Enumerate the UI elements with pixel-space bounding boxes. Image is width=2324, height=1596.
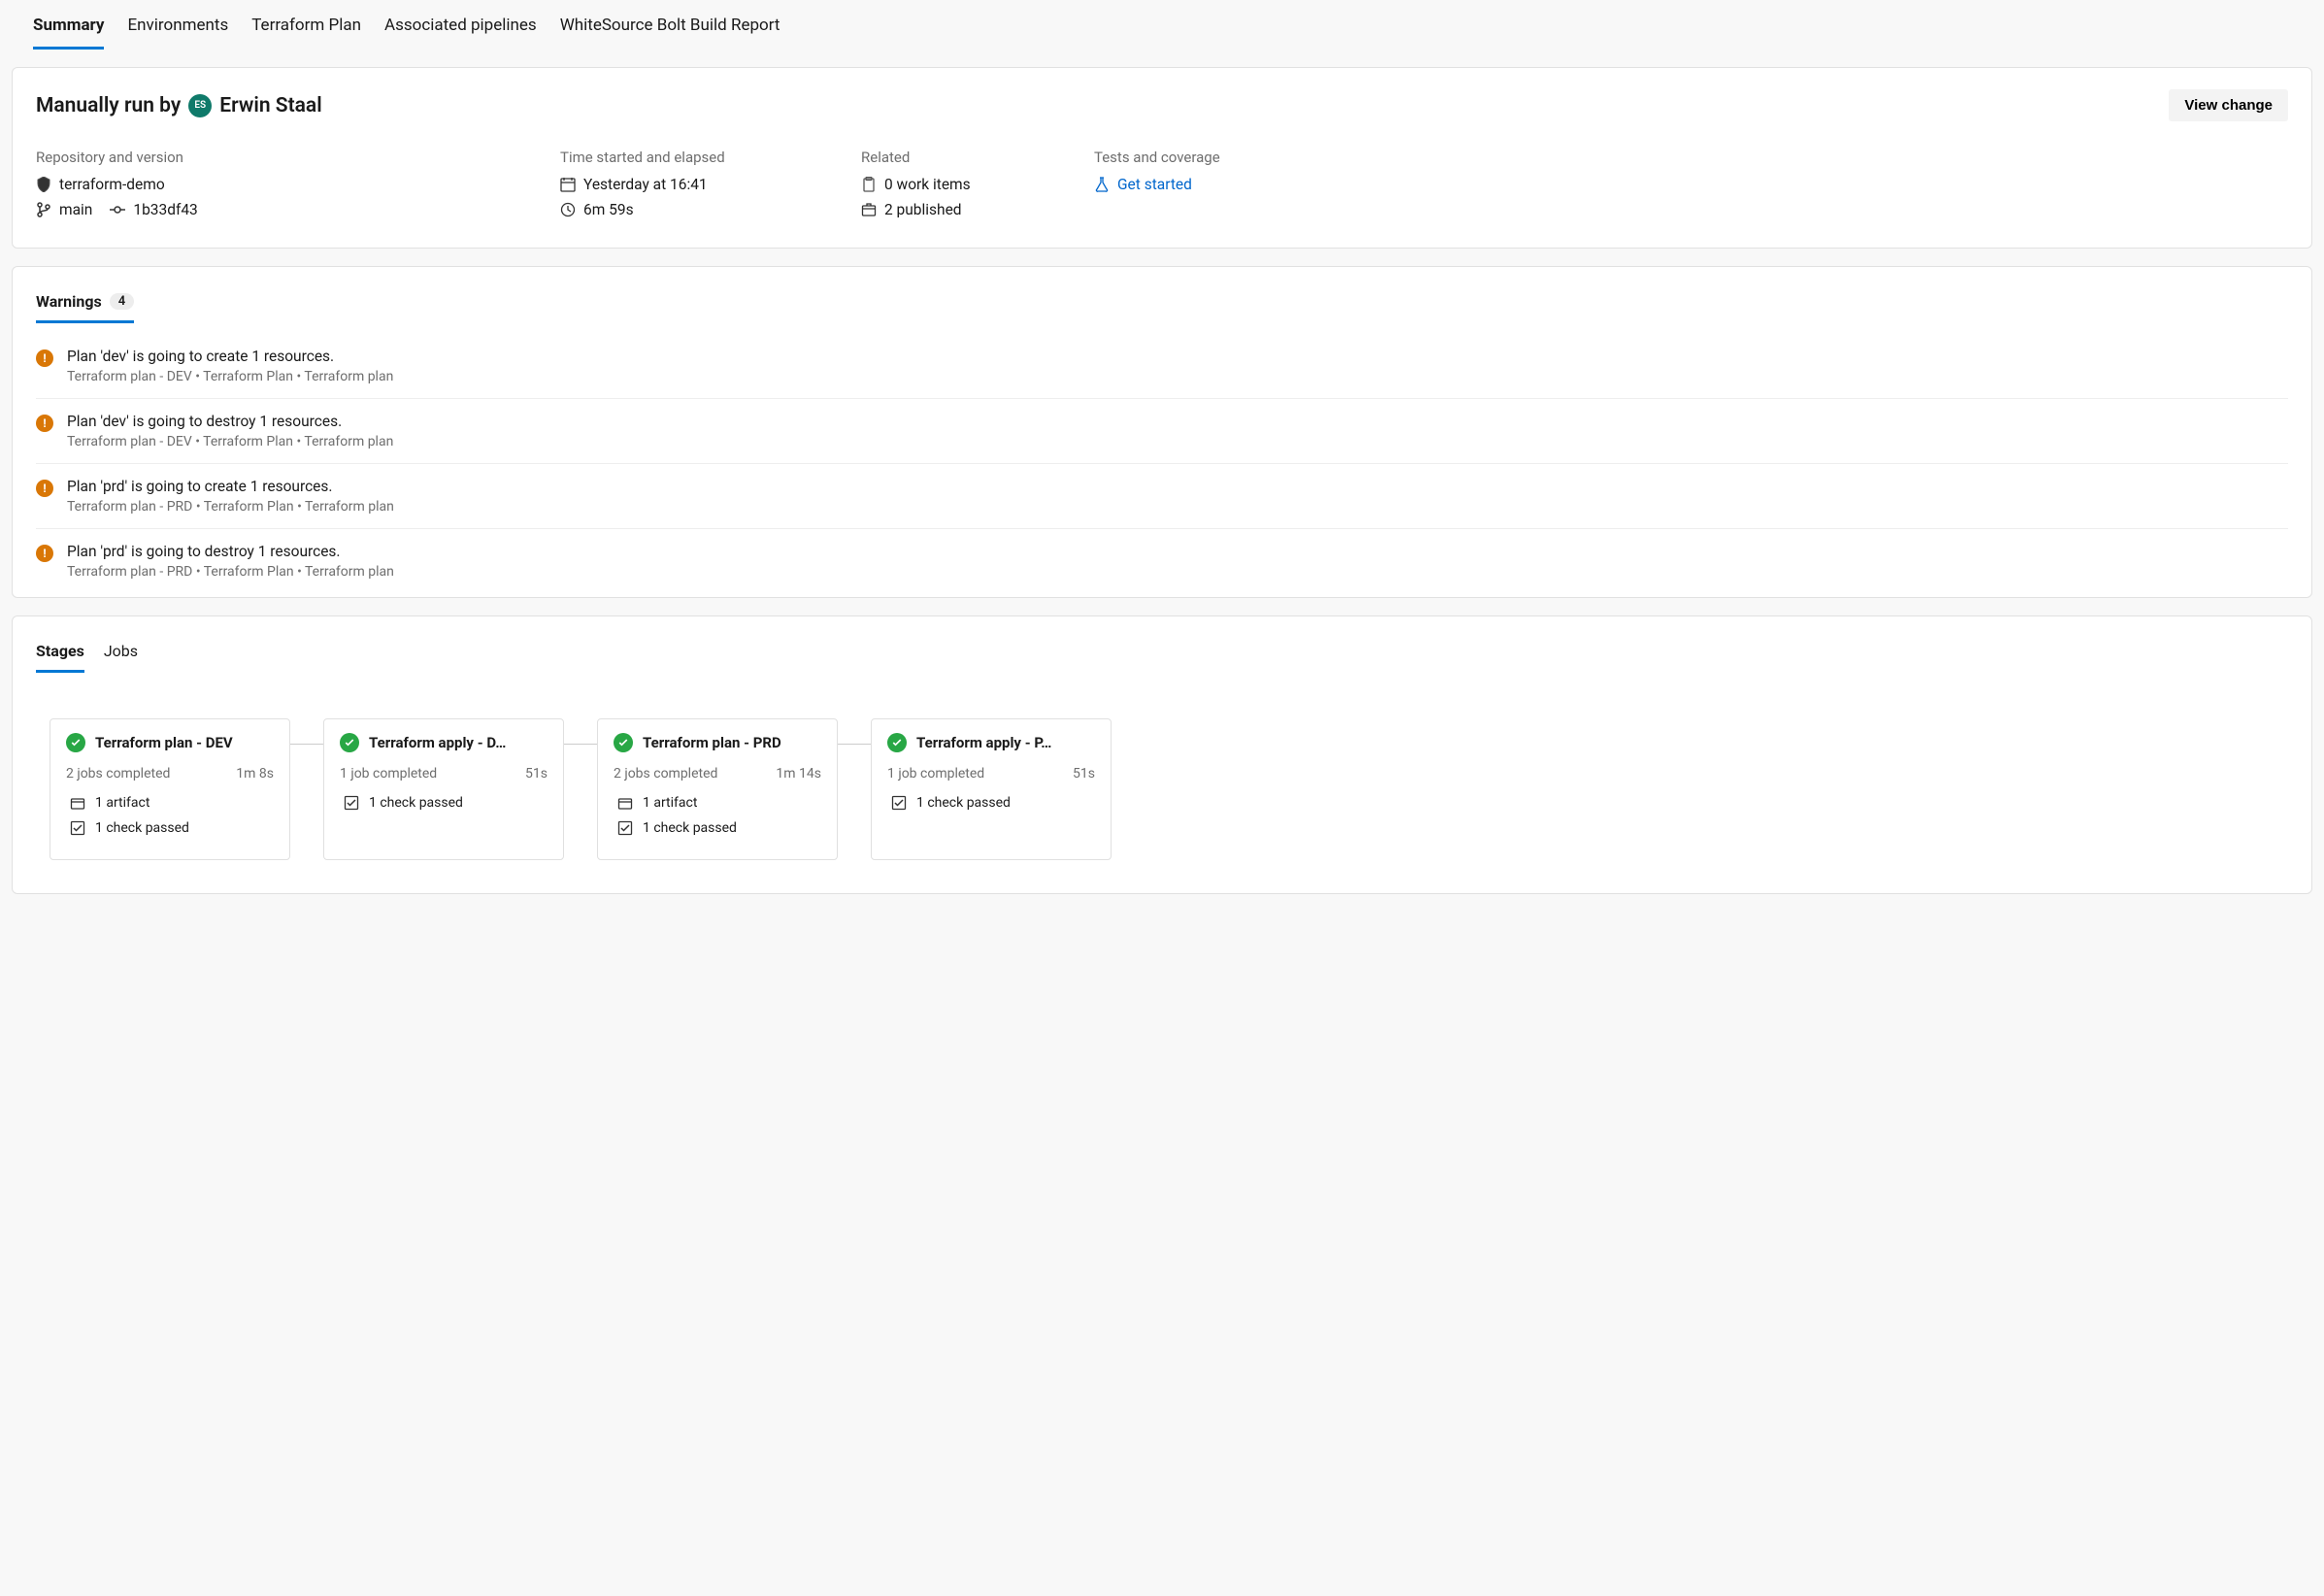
warning-icon: ! xyxy=(36,349,53,367)
jobs-tab[interactable]: Jobs xyxy=(104,638,138,673)
time-elapsed: 6m 59s xyxy=(583,201,634,218)
warnings-list: ! Plan 'dev' is going to create 1 resour… xyxy=(13,340,2311,593)
warning-item[interactable]: ! Plan 'prd' is going to destroy 1 resou… xyxy=(36,528,2288,593)
warning-message: Plan 'dev' is going to create 1 resource… xyxy=(67,348,393,365)
commit-hash[interactable]: 1b33df43 xyxy=(133,201,197,218)
time-started: Yesterday at 16:41 xyxy=(583,176,708,193)
stage-check: 1 check passed xyxy=(369,795,463,811)
warning-source: Terraform plan - PRD • Terraform Plan • … xyxy=(67,564,394,580)
warnings-tab[interactable]: Warnings 4 xyxy=(36,288,134,323)
run-title-prefix: Manually run by xyxy=(36,94,181,117)
run-user: Erwin Staal xyxy=(219,94,321,117)
meta-tests: Tests and coverage Get started xyxy=(1094,149,1269,226)
calendar-icon xyxy=(560,177,576,192)
meta-repo: Repository and version terraform-demo ma… xyxy=(36,149,502,226)
tab-summary[interactable]: Summary xyxy=(33,10,104,50)
stage-artifact: 1 artifact xyxy=(95,795,149,811)
stage-duration: 1m 8s xyxy=(236,766,274,781)
repo-name[interactable]: terraform-demo xyxy=(59,176,165,193)
branch-icon xyxy=(36,202,51,217)
box-icon xyxy=(861,202,877,217)
stages-card: Stages Jobs Terraform plan - DEV 2 jobs … xyxy=(12,615,2312,894)
work-items-count[interactable]: 0 work items xyxy=(884,176,971,193)
tab-environments[interactable]: Environments xyxy=(127,10,228,50)
success-icon xyxy=(66,733,85,752)
meta-time: Time started and elapsed Yesterday at 16… xyxy=(560,149,803,226)
check-passed-icon xyxy=(344,795,359,811)
warnings-card: Warnings 4 ! Plan 'dev' is going to crea… xyxy=(12,266,2312,598)
stage-title: Terraform apply - D… xyxy=(369,734,506,751)
artifact-icon xyxy=(617,795,633,811)
flask-icon xyxy=(1094,177,1110,192)
stages-grid: Terraform plan - DEV 2 jobs completed 1m… xyxy=(36,689,2288,870)
warning-message: Plan 'prd' is going to create 1 resource… xyxy=(67,478,394,495)
stage-check: 1 check passed xyxy=(95,820,189,836)
stage-card[interactable]: Terraform plan - DEV 2 jobs completed 1m… xyxy=(50,718,290,860)
view-change-button[interactable]: View change xyxy=(2169,89,2288,121)
stage-card[interactable]: Terraform apply - D… 1 job completed 51s… xyxy=(323,718,564,860)
summary-card: Manually run by ES Erwin Staal View chan… xyxy=(12,67,2312,249)
warning-item[interactable]: ! Plan 'dev' is going to destroy 1 resou… xyxy=(36,398,2288,463)
warning-item[interactable]: ! Plan 'prd' is going to create 1 resour… xyxy=(36,463,2288,528)
tab-associated-pipelines[interactable]: Associated pipelines xyxy=(384,10,537,50)
stage-title: Terraform plan - PRD xyxy=(643,734,781,751)
repo-icon xyxy=(36,177,51,192)
run-title: Manually run by ES Erwin Staal xyxy=(36,94,322,117)
stage-duration: 51s xyxy=(525,766,548,781)
stage-card[interactable]: Terraform plan - PRD 2 jobs completed 1m… xyxy=(597,718,838,860)
stage-connector xyxy=(564,718,597,860)
warning-item[interactable]: ! Plan 'dev' is going to create 1 resour… xyxy=(36,340,2288,398)
warning-source: Terraform plan - PRD • Terraform Plan • … xyxy=(67,499,394,515)
warning-icon: ! xyxy=(36,480,53,497)
branch-name[interactable]: main xyxy=(59,201,92,218)
warning-icon: ! xyxy=(36,415,53,432)
stage-check: 1 check passed xyxy=(916,795,1011,811)
meta-time-label: Time started and elapsed xyxy=(560,149,803,166)
clock-icon xyxy=(560,202,576,217)
warning-message: Plan 'dev' is going to destroy 1 resourc… xyxy=(67,413,393,430)
warning-message: Plan 'prd' is going to destroy 1 resourc… xyxy=(67,543,394,560)
stage-jobs: 2 jobs completed xyxy=(614,766,717,781)
check-passed-icon xyxy=(891,795,907,811)
meta-tests-label: Tests and coverage xyxy=(1094,149,1269,166)
stage-title: Terraform apply - P… xyxy=(916,734,1051,751)
artifact-icon xyxy=(70,795,85,811)
stage-jobs: 1 job completed xyxy=(887,766,984,781)
stages-tab[interactable]: Stages xyxy=(36,638,84,673)
success-icon xyxy=(340,733,359,752)
tab-whitesource-report[interactable]: WhiteSource Bolt Build Report xyxy=(560,10,780,50)
check-passed-icon xyxy=(70,820,85,836)
stage-artifact: 1 artifact xyxy=(643,795,697,811)
check-passed-icon xyxy=(617,820,633,836)
tab-terraform-plan[interactable]: Terraform Plan xyxy=(251,10,361,50)
success-icon xyxy=(614,733,633,752)
top-tabs: Summary Environments Terraform Plan Asso… xyxy=(12,0,2312,50)
stage-jobs: 2 jobs completed xyxy=(66,766,170,781)
warnings-count-badge: 4 xyxy=(110,293,134,310)
stage-connector xyxy=(290,718,323,860)
stage-duration: 51s xyxy=(1073,766,1095,781)
stage-title: Terraform plan - DEV xyxy=(95,734,233,751)
get-started-link[interactable]: Get started xyxy=(1094,176,1269,193)
warning-icon: ! xyxy=(36,545,53,562)
meta-related-label: Related xyxy=(861,149,1036,166)
commit-icon xyxy=(110,202,125,217)
warning-source: Terraform plan - DEV • Terraform Plan • … xyxy=(67,369,393,384)
stage-card[interactable]: Terraform apply - P… 1 job completed 51s… xyxy=(871,718,1112,860)
meta-related: Related 0 work items 2 published xyxy=(861,149,1036,226)
stage-connector xyxy=(838,718,871,860)
stage-check: 1 check passed xyxy=(643,820,737,836)
meta-repo-label: Repository and version xyxy=(36,149,502,166)
warning-source: Terraform plan - DEV • Terraform Plan • … xyxy=(67,434,393,449)
avatar: ES xyxy=(188,94,212,117)
stage-jobs: 1 job completed xyxy=(340,766,437,781)
clipboard-icon xyxy=(861,177,877,192)
stage-duration: 1m 14s xyxy=(776,766,821,781)
success-icon xyxy=(887,733,907,752)
published-count[interactable]: 2 published xyxy=(884,201,962,218)
